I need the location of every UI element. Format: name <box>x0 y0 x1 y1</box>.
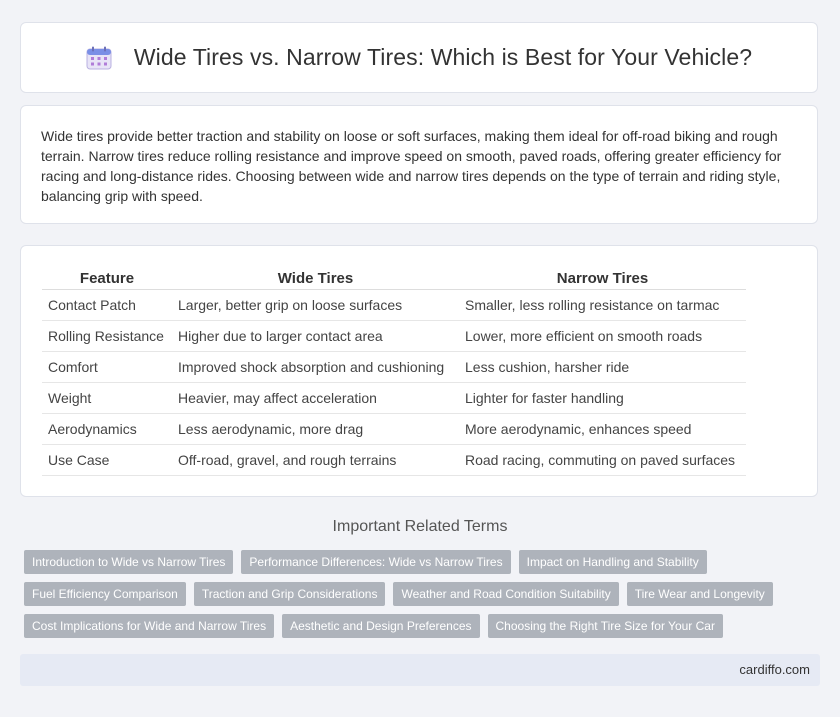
wide-cell: Off-road, gravel, and rough terrains <box>172 445 459 476</box>
wide-cell: Less aerodynamic, more drag <box>172 414 459 445</box>
table-row: Weight Heavier, may affect acceleration … <box>42 383 746 414</box>
narrow-cell: Lighter for faster handling <box>459 383 746 414</box>
intro-card: Wide tires provide better traction and s… <box>20 105 818 224</box>
related-terms-list: Introduction to Wide vs Narrow Tires Per… <box>24 550 824 646</box>
table-row: Rolling Resistance Higher due to larger … <box>42 321 746 352</box>
table-header-row: Feature Wide Tires Narrow Tires <box>42 266 746 290</box>
narrow-cell: More aerodynamic, enhances speed <box>459 414 746 445</box>
footer: cardiffo.com <box>20 654 820 686</box>
feature-cell: Rolling Resistance <box>42 321 172 352</box>
table-row: Contact Patch Larger, better grip on loo… <box>42 290 746 321</box>
table-row: Aerodynamics Less aerodynamic, more drag… <box>42 414 746 445</box>
feature-cell: Use Case <box>42 445 172 476</box>
feature-cell: Aerodynamics <box>42 414 172 445</box>
related-term-tag[interactable]: Performance Differences: Wide vs Narrow … <box>241 550 511 574</box>
title-card: Wide Tires vs. Narrow Tires: Which is Be… <box>20 22 818 93</box>
related-term-tag[interactable]: Introduction to Wide vs Narrow Tires <box>24 550 234 574</box>
footer-site-link[interactable]: cardiffo.com <box>739 662 810 677</box>
tag-row: Introduction to Wide vs Narrow Tires Per… <box>24 550 824 574</box>
tag-row: Fuel Efficiency Comparison Traction and … <box>24 582 824 606</box>
wide-cell: Larger, better grip on loose surfaces <box>172 290 459 321</box>
wide-cell: Higher due to larger contact area <box>172 321 459 352</box>
related-term-tag[interactable]: Cost Implications for Wide and Narrow Ti… <box>24 614 275 638</box>
narrow-cell: Smaller, less rolling resistance on tarm… <box>459 290 746 321</box>
narrow-cell: Less cushion, harsher ride <box>459 352 746 383</box>
narrow-cell: Road racing, commuting on paved surfaces <box>459 445 746 476</box>
related-term-tag[interactable]: Traction and Grip Considerations <box>193 582 386 606</box>
header-narrow-tires: Narrow Tires <box>459 266 746 290</box>
narrow-cell: Lower, more efficient on smooth roads <box>459 321 746 352</box>
header-wide-tires: Wide Tires <box>172 266 459 290</box>
page-title: Wide Tires vs. Narrow Tires: Which is Be… <box>133 44 753 70</box>
wide-cell: Improved shock absorption and cushioning <box>172 352 459 383</box>
wide-cell: Heavier, may affect acceleration <box>172 383 459 414</box>
intro-text: Wide tires provide better traction and s… <box>41 128 782 204</box>
related-term-tag[interactable]: Weather and Road Condition Suitability <box>393 582 619 606</box>
related-terms-title: Important Related Terms <box>332 518 508 535</box>
comparison-table: Feature Wide Tires Narrow Tires Contact … <box>42 266 746 476</box>
feature-cell: Contact Patch <box>42 290 172 321</box>
related-term-tag[interactable]: Aesthetic and Design Preferences <box>282 614 480 638</box>
header-feature: Feature <box>42 266 172 290</box>
related-term-tag[interactable]: Impact on Handling and Stability <box>518 550 707 574</box>
related-term-tag[interactable]: Fuel Efficiency Comparison <box>24 582 186 606</box>
calendar-icon <box>86 46 112 69</box>
table-row: Comfort Improved shock absorption and cu… <box>42 352 746 383</box>
related-term-tag[interactable]: Tire Wear and Longevity <box>626 582 773 606</box>
related-term-tag[interactable]: Choosing the Right Tire Size for Your Ca… <box>487 614 723 638</box>
feature-cell: Weight <box>42 383 172 414</box>
comparison-card: Feature Wide Tires Narrow Tires Contact … <box>20 245 818 497</box>
feature-cell: Comfort <box>42 352 172 383</box>
tag-row: Cost Implications for Wide and Narrow Ti… <box>24 614 824 638</box>
table-row: Use Case Off-road, gravel, and rough ter… <box>42 445 746 476</box>
